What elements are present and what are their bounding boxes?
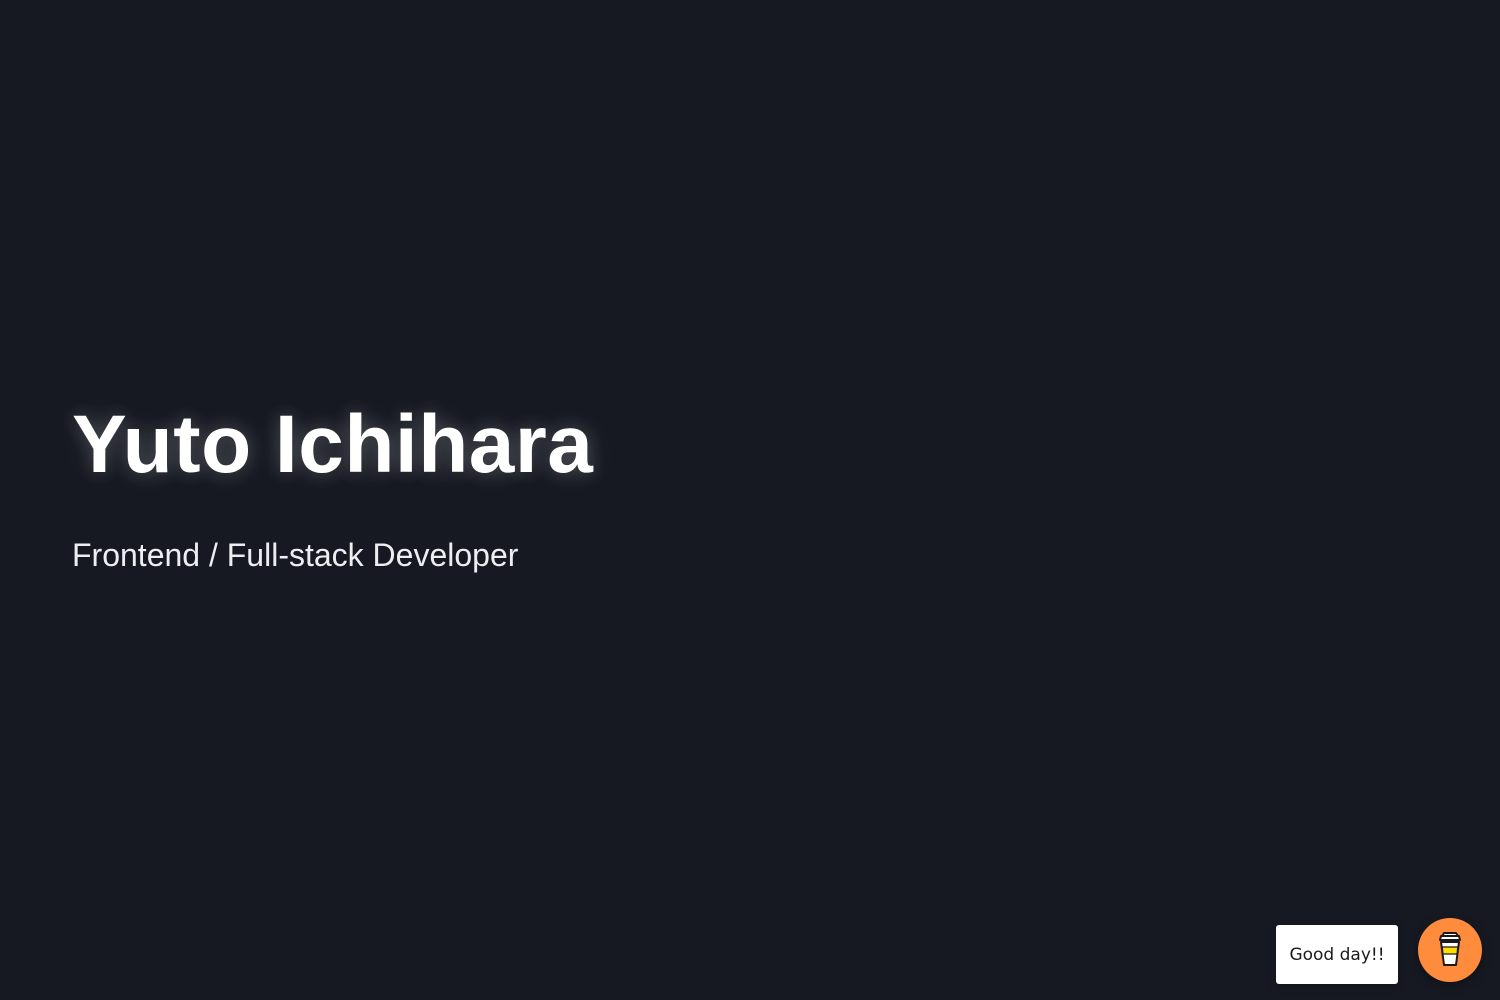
hero-role: Frontend / Full-stack Developer [72, 537, 519, 574]
page: Yuto Ichihara Frontend / Full-stack Deve… [0, 0, 1500, 1000]
coffee-cup-icon [1435, 930, 1465, 971]
greeting-bubble: Good day!! [1276, 925, 1398, 984]
buy-coffee-button[interactable] [1418, 918, 1482, 982]
hero-name: Yuto Ichihara [72, 399, 594, 490]
greeting-text: Good day!! [1289, 944, 1385, 965]
hero-section: Yuto Ichihara Frontend / Full-stack Deve… [72, 396, 593, 575]
